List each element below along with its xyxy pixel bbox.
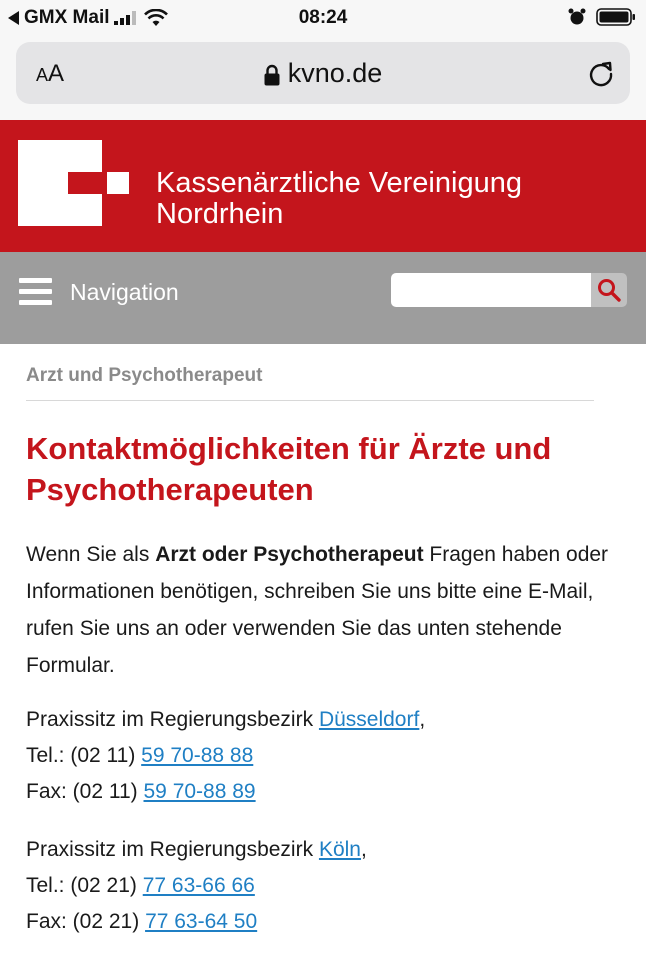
search-input[interactable] <box>391 273 591 307</box>
browser-toolbar: AA kvno.de <box>0 36 646 120</box>
contact-block-duesseldorf: Praxissitz im Regierungsbezirk Düsseldor… <box>26 702 626 810</box>
region-link-koeln[interactable]: Köln <box>319 838 361 861</box>
navigation-toggle[interactable]: Navigation <box>70 279 179 306</box>
intro-paragraph: Wenn Sie als Arzt oder Psychotherapeut F… <box>26 536 626 684</box>
region-prefix: Praxissitz im Regierungsbezirk <box>26 838 319 861</box>
address-bar[interactable]: AA kvno.de <box>16 42 630 104</box>
region-prefix: Praxissitz im Regierungsbezirk <box>26 708 319 731</box>
region-line: Praxissitz im Regierungsbezirk Düsseldor… <box>26 702 626 738</box>
address-domain[interactable]: kvno.de <box>16 58 630 89</box>
tel-prefix: Tel.: (02 21) <box>26 874 143 897</box>
org-name[interactable]: Kassenärztliche Vereinigung Nordrhein <box>156 168 522 230</box>
nav-bar: Navigation <box>0 252 646 344</box>
region-line: Praxissitz im Regierungsbezirk Köln, <box>26 832 626 868</box>
fax-line: Fax: (02 21) 77 63-64 50 <box>26 904 626 940</box>
tel-prefix: Tel.: (02 11) <box>26 744 142 767</box>
status-bar: GMX Mail 08:24 <box>0 0 646 36</box>
search-icon <box>598 279 621 302</box>
intro-bold: Arzt oder Psychotherapeut <box>155 543 424 566</box>
intro-text-start: Wenn Sie als <box>26 543 156 566</box>
tel-line: Tel.: (02 11) 59 70-88 88 <box>26 738 626 774</box>
reload-icon[interactable] <box>586 58 616 88</box>
fax-prefix: Fax: (02 11) <box>26 780 144 803</box>
site-header: Kassenärztliche Vereinigung Nordrhein <box>0 120 646 252</box>
page-title: Kontaktmöglichkeiten für Ärzte und Psych… <box>26 431 552 507</box>
fax-link-duesseldorf[interactable]: 59 70-88 89 <box>144 780 256 803</box>
region-link-duesseldorf[interactable]: Düsseldorf <box>319 708 419 731</box>
lock-icon <box>264 64 280 86</box>
region-suffix: , <box>360 838 367 861</box>
battery-icon <box>596 8 635 26</box>
divider <box>26 400 594 401</box>
tel-link-duesseldorf[interactable]: 59 70-88 88 <box>141 744 253 767</box>
kvno-logo[interactable] <box>18 140 132 226</box>
hamburger-icon[interactable] <box>19 278 52 306</box>
tel-link-koeln[interactable]: 77 63-66 66 <box>143 874 255 897</box>
contact-block-koeln: Praxissitz im Regierungsbezirk Köln, Tel… <box>26 832 626 940</box>
fax-line: Fax: (02 11) 59 70-88 89 <box>26 774 626 810</box>
breadcrumb[interactable]: Arzt und Psychotherapeut <box>26 365 262 387</box>
region-suffix: , <box>419 708 426 731</box>
search-button[interactable] <box>591 273 627 307</box>
fax-link-koeln[interactable]: 77 63-64 50 <box>145 910 257 933</box>
org-name-line2: Nordrhein <box>156 198 284 230</box>
domain-text: kvno.de <box>287 58 383 88</box>
alarm-icon <box>568 8 586 25</box>
clock: 08:24 <box>298 7 348 28</box>
tel-line: Tel.: (02 21) 77 63-66 66 <box>26 868 626 904</box>
fax-prefix: Fax: (02 21) <box>26 910 146 933</box>
org-name-line1: Kassenärztliche Vereinigung <box>156 167 522 199</box>
